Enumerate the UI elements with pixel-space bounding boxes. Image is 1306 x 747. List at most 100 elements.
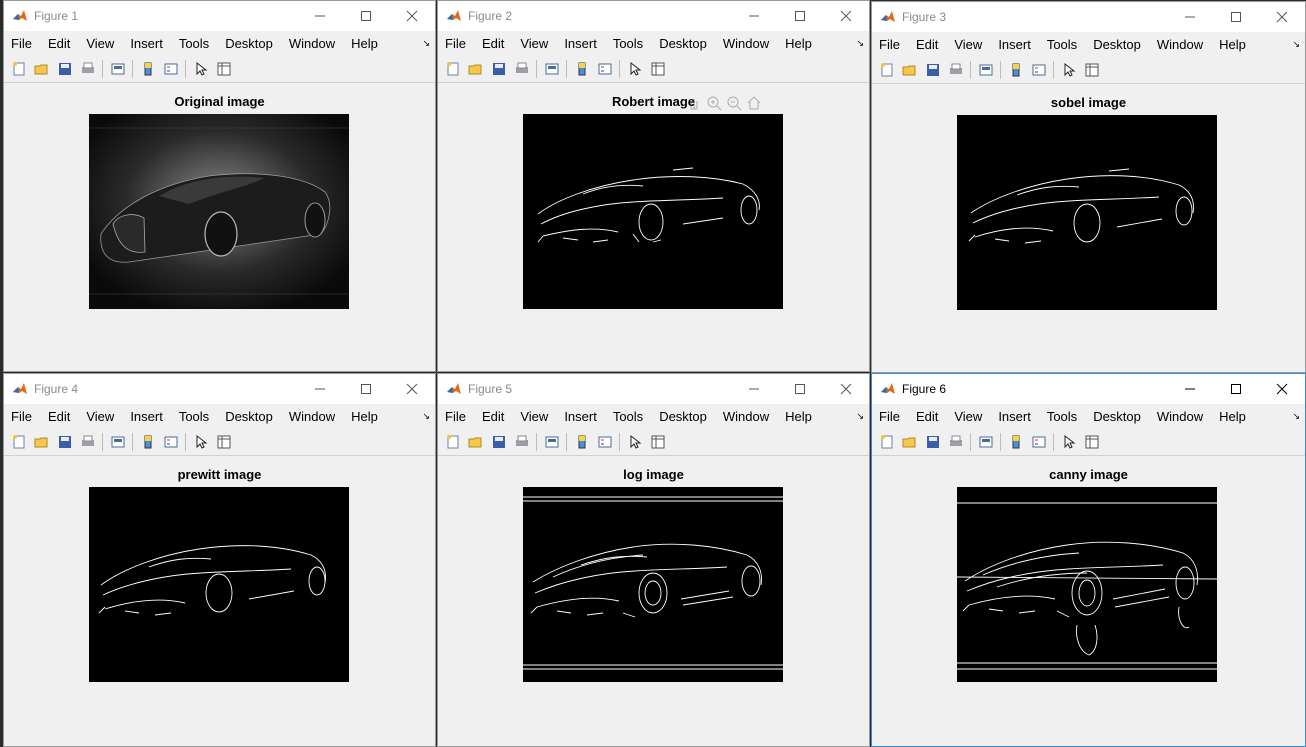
menu-window[interactable]: Window bbox=[715, 409, 777, 424]
edit-plot-icon[interactable] bbox=[189, 431, 212, 453]
menu-insert[interactable]: Insert bbox=[556, 36, 605, 51]
menu-view[interactable]: View bbox=[78, 409, 122, 424]
menu-overflow-icon[interactable]: ↘ bbox=[422, 38, 430, 49]
title-bar[interactable]: Figure 1 bbox=[4, 1, 435, 31]
menu-view[interactable]: View bbox=[946, 409, 990, 424]
save-icon[interactable] bbox=[53, 431, 76, 453]
link-plot-icon[interactable] bbox=[106, 58, 129, 80]
property-inspector-icon[interactable] bbox=[212, 58, 235, 80]
menu-file[interactable]: File bbox=[4, 36, 40, 51]
open-file-icon[interactable] bbox=[30, 58, 53, 80]
print-icon[interactable] bbox=[76, 58, 99, 80]
menu-file[interactable]: File bbox=[4, 409, 40, 424]
edit-plot-icon[interactable] bbox=[1057, 431, 1080, 453]
figure-window-1[interactable]: Figure 1 File Edit View Insert Tools Des… bbox=[3, 0, 436, 372]
menu-overflow-icon[interactable]: ↘ bbox=[856, 38, 864, 49]
menu-edit[interactable]: Edit bbox=[40, 409, 78, 424]
title-bar[interactable]: Figure 3 bbox=[872, 2, 1305, 32]
property-inspector-icon[interactable] bbox=[646, 58, 669, 80]
menu-edit[interactable]: Edit bbox=[474, 36, 512, 51]
title-bar[interactable]: Figure 5 bbox=[438, 374, 869, 404]
menu-insert[interactable]: Insert bbox=[122, 36, 171, 51]
insert-legend-icon[interactable] bbox=[159, 431, 182, 453]
open-file-icon[interactable] bbox=[30, 431, 53, 453]
minimize-icon[interactable] bbox=[731, 374, 777, 404]
menu-file[interactable]: File bbox=[872, 37, 908, 52]
menu-desktop[interactable]: Desktop bbox=[651, 36, 715, 51]
maximize-icon[interactable] bbox=[1213, 374, 1259, 404]
menu-window[interactable]: Window bbox=[1149, 409, 1211, 424]
menu-tools[interactable]: Tools bbox=[605, 36, 651, 51]
menu-edit[interactable]: Edit bbox=[40, 36, 78, 51]
menu-desktop[interactable]: Desktop bbox=[217, 36, 281, 51]
open-file-icon[interactable] bbox=[464, 58, 487, 80]
menu-overflow-icon[interactable]: ↘ bbox=[1292, 411, 1300, 422]
print-icon[interactable] bbox=[510, 431, 533, 453]
open-file-icon[interactable] bbox=[464, 431, 487, 453]
menu-desktop[interactable]: Desktop bbox=[1085, 409, 1149, 424]
menu-edit[interactable]: Edit bbox=[474, 409, 512, 424]
menu-tools[interactable]: Tools bbox=[605, 409, 651, 424]
insert-colorbar-icon[interactable] bbox=[1004, 431, 1027, 453]
menu-help[interactable]: Help bbox=[777, 36, 820, 51]
edit-plot-icon[interactable] bbox=[623, 431, 646, 453]
print-icon[interactable] bbox=[76, 431, 99, 453]
close-icon[interactable] bbox=[389, 374, 435, 404]
zoom-out-icon[interactable] bbox=[726, 95, 742, 116]
menu-view[interactable]: View bbox=[946, 37, 990, 52]
home-icon[interactable] bbox=[746, 95, 762, 116]
maximize-icon[interactable] bbox=[343, 1, 389, 31]
new-figure-icon[interactable] bbox=[7, 431, 30, 453]
insert-colorbar-icon[interactable] bbox=[136, 431, 159, 453]
menu-tools[interactable]: Tools bbox=[1039, 409, 1085, 424]
menu-insert[interactable]: Insert bbox=[122, 409, 171, 424]
menu-view[interactable]: View bbox=[512, 36, 556, 51]
menu-insert[interactable]: Insert bbox=[556, 409, 605, 424]
save-icon[interactable] bbox=[487, 58, 510, 80]
link-plot-icon[interactable] bbox=[540, 58, 563, 80]
maximize-icon[interactable] bbox=[343, 374, 389, 404]
menu-file[interactable]: File bbox=[438, 36, 474, 51]
close-icon[interactable] bbox=[823, 374, 869, 404]
maximize-icon[interactable] bbox=[777, 1, 823, 31]
title-bar[interactable]: Figure 4 bbox=[4, 374, 435, 404]
figure-window-5[interactable]: Figure 5 File Edit View Insert Tools Des… bbox=[437, 373, 870, 747]
close-icon[interactable] bbox=[389, 1, 435, 31]
open-file-icon[interactable] bbox=[898, 431, 921, 453]
insert-legend-icon[interactable] bbox=[1027, 59, 1050, 81]
insert-legend-icon[interactable] bbox=[1027, 431, 1050, 453]
link-plot-icon[interactable] bbox=[974, 431, 997, 453]
menu-help[interactable]: Help bbox=[1211, 409, 1254, 424]
menu-window[interactable]: Window bbox=[715, 36, 777, 51]
close-icon[interactable] bbox=[1259, 2, 1305, 32]
menu-insert[interactable]: Insert bbox=[990, 37, 1039, 52]
title-bar[interactable]: Figure 2 bbox=[438, 1, 869, 31]
figure-window-2[interactable]: Figure 2 File Edit View Insert Tools Des… bbox=[437, 0, 870, 372]
maximize-icon[interactable] bbox=[777, 374, 823, 404]
new-figure-icon[interactable] bbox=[7, 58, 30, 80]
menu-help[interactable]: Help bbox=[1211, 37, 1254, 52]
menu-file[interactable]: File bbox=[872, 409, 908, 424]
menu-view[interactable]: View bbox=[512, 409, 556, 424]
menu-edit[interactable]: Edit bbox=[908, 409, 946, 424]
link-plot-icon[interactable] bbox=[106, 431, 129, 453]
insert-legend-icon[interactable] bbox=[593, 431, 616, 453]
menu-tools[interactable]: Tools bbox=[171, 36, 217, 51]
menu-desktop[interactable]: Desktop bbox=[1085, 37, 1149, 52]
pan-icon[interactable] bbox=[686, 95, 702, 116]
menu-window[interactable]: Window bbox=[281, 409, 343, 424]
minimize-icon[interactable] bbox=[297, 1, 343, 31]
minimize-icon[interactable] bbox=[297, 374, 343, 404]
menu-desktop[interactable]: Desktop bbox=[651, 409, 715, 424]
menu-help[interactable]: Help bbox=[777, 409, 820, 424]
figure-window-6[interactable]: Figure 6 File Edit View Insert Tools Des… bbox=[871, 373, 1306, 747]
menu-window[interactable]: Window bbox=[1149, 37, 1211, 52]
save-icon[interactable] bbox=[921, 431, 944, 453]
new-figure-icon[interactable] bbox=[441, 58, 464, 80]
close-icon[interactable] bbox=[823, 1, 869, 31]
property-inspector-icon[interactable] bbox=[212, 431, 235, 453]
save-icon[interactable] bbox=[921, 59, 944, 81]
edit-plot-icon[interactable] bbox=[1057, 59, 1080, 81]
edit-plot-icon[interactable] bbox=[189, 58, 212, 80]
menu-tools[interactable]: Tools bbox=[171, 409, 217, 424]
